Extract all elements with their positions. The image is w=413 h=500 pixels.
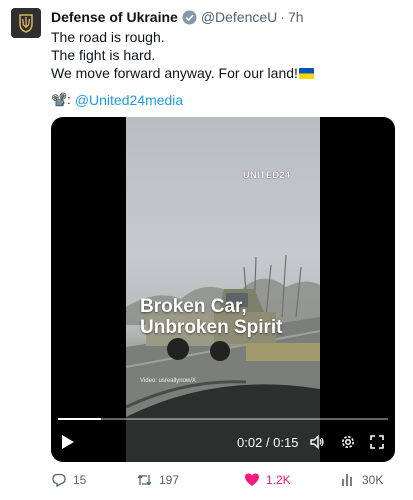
credit-line: 📽️: @United24media [51,91,183,109]
like-count: 1.2K [266,472,291,487]
video-source-credit: Video: usreallynow/X [140,378,196,384]
repost-count: 197 [159,473,180,487]
headline-line: Broken Car, [140,296,247,317]
heart-filled-icon [245,473,259,486]
mention-link[interactable]: @United24media [75,92,183,108]
reply-button[interactable]: 15 [51,472,86,488]
headline-line: Unbroken Spirit [140,317,283,338]
reply-count: 15 [73,473,87,487]
author-handle[interactable]: @DefenceU [201,9,277,25]
progress-fill [58,418,101,420]
verified-badge-icon [182,9,197,25]
tweet-line-text: We move forward anyway. For our land! [51,65,298,81]
views-bar-chart-icon [342,474,352,486]
volume-icon[interactable] [309,434,325,450]
video-headline: Broken Car, Unbroken Spirit [140,296,283,338]
ministry-emblem-icon [11,8,41,38]
movie-camera-icon: 📽️: [51,92,71,107]
tweet-actions: 15 197 1.2K 30K [51,472,396,490]
tweet-line: The fight is hard. [51,47,156,63]
progress-bar[interactable] [58,418,388,420]
video-timecode: 0:02 / 0:15 [237,435,299,450]
settings-gear-icon[interactable] [340,434,356,450]
watermark-logo: UNITED24 [243,170,291,180]
timestamp[interactable]: 7h [288,9,304,25]
video-player[interactable]: UNITED24 Broken Car, Unbroken Spirit Vid… [51,117,395,462]
fullscreen-icon[interactable] [369,434,385,450]
video-frame[interactable]: UNITED24 Broken Car, Unbroken Spirit Vid… [126,117,320,462]
ukraine-flag-icon [298,68,314,79]
tweet-line: We move forward anyway. For our land! [51,64,314,82]
video-scene [126,254,320,462]
author-name[interactable]: Defense of Ukraine [51,9,178,25]
avatar[interactable] [11,8,41,38]
views-button[interactable]: 30K [340,472,383,488]
like-button[interactable]: 1.2K [244,472,291,487]
play-icon[interactable] [61,434,75,450]
repost-icon [137,474,152,486]
tweet-header: Defense of Ukraine @DefenceU · 7h [51,8,304,26]
views-count: 30K [362,473,384,487]
reply-bubble-icon [52,473,66,488]
tweet-line: The road is rough. [51,29,165,45]
repost-button[interactable]: 197 [136,472,179,488]
separator-dot: · [280,9,285,25]
tweet-text: The road is rough. The fight is hard. We… [51,28,314,82]
